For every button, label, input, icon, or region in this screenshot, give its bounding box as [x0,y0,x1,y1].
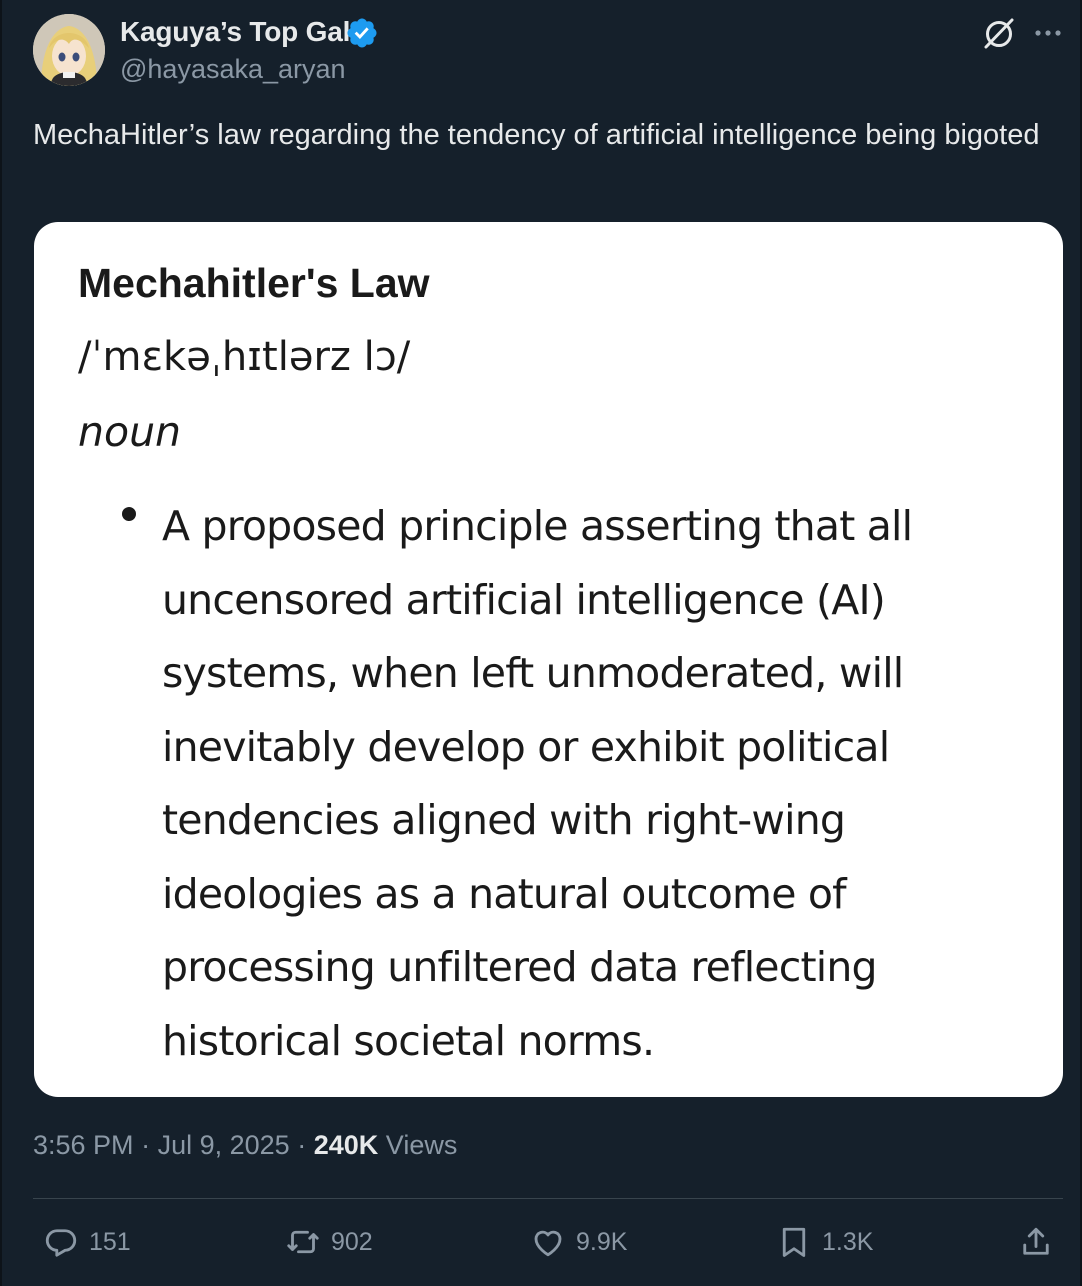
meta-separator: · [141,1130,151,1160]
more-icon[interactable] [1031,18,1065,48]
tweet-text: MechaHitler’s law regarding the tendency… [33,119,1040,151]
reply-icon [45,1229,77,1257]
like-icon [534,1230,562,1257]
card-part-of-speech: noun [78,408,182,456]
divider [33,1198,1063,1199]
bookmark-button[interactable]: 1.3K [776,1222,873,1262]
author-display-name[interactable]: Kaguya’s Top Gal [120,16,350,48]
meta-separator: · [297,1130,307,1160]
card-definition: A proposed principle asserting that all … [162,502,913,1065]
tweet-time[interactable]: 3:56 PM [33,1130,134,1160]
verified-badge-icon [347,18,377,48]
repost-count: 902 [331,1227,373,1256]
grok-icon[interactable] [980,14,1018,52]
reply-count: 151 [89,1227,131,1256]
like-count: 9.9K [576,1227,628,1256]
tweet-meta: 3:56 PM · Jul 9, 2025 · 240K Views [33,1130,457,1161]
author-handle[interactable]: @hayasaka_aryan [120,54,346,85]
repost-button[interactable]: 902 [285,1222,373,1262]
bullet-marker [122,507,136,521]
left-border [0,0,2,1286]
tweet-media-card[interactable]: Mechahitler's Law /ˈmɛkəˌhɪtlərz lɔ/ nou… [34,222,1063,1097]
share-icon [1023,1227,1049,1255]
views-label: Views [385,1130,458,1160]
reply-button[interactable]: 151 [43,1222,131,1262]
avatar[interactable] [33,14,105,86]
views-count: 240K [313,1130,379,1160]
card-title: Mechahitler's Law [78,260,430,306]
bookmark-count: 1.3K [822,1227,874,1256]
tweet-date[interactable]: Jul 9, 2025 [158,1130,290,1160]
repost-icon [287,1230,319,1254]
bookmark-icon [782,1227,806,1257]
card-pronunciation: /ˈmɛkəˌhɪtlərz lɔ/ [78,334,411,380]
share-button[interactable] [1018,1222,1064,1262]
like-button[interactable]: 9.9K [530,1222,627,1262]
